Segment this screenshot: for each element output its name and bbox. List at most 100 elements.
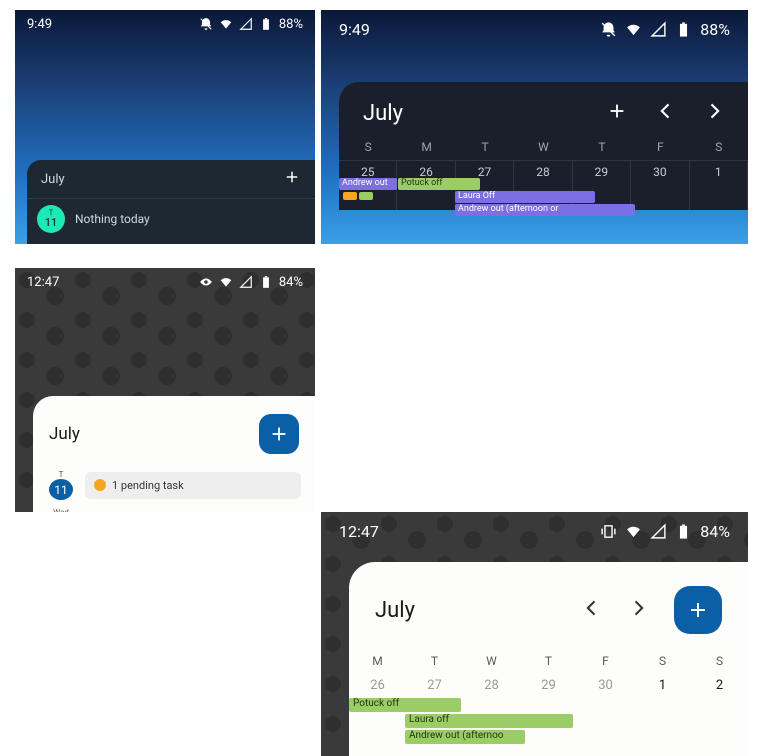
weekday-header: T	[456, 136, 514, 160]
event-bar[interactable]: Andrew out (afternoo	[405, 730, 525, 744]
day-cell[interactable]: 1	[690, 160, 748, 210]
date-row: 26 27 28 29 30 1 2	[349, 674, 748, 696]
day-cell[interactable]: 29	[520, 674, 577, 696]
weekday-header: W	[514, 136, 572, 160]
month-label: July	[49, 424, 80, 444]
weekday-header: W	[463, 648, 520, 674]
prev-button[interactable]	[656, 101, 676, 125]
battery-icon	[675, 21, 692, 38]
plus-icon	[283, 168, 301, 186]
weekday-header: T	[520, 648, 577, 674]
chevron-left-icon	[656, 101, 676, 121]
plus-icon	[606, 100, 628, 122]
wifi-icon	[625, 523, 642, 540]
month-widget-light[interactable]: July M T W T F S S 26 27 28 29 30 1	[349, 562, 748, 756]
today-chip: T 11	[47, 470, 75, 500]
weekday-header-row: S M T W T F S	[339, 136, 748, 160]
day-cell[interactable]: 28	[463, 674, 520, 696]
agenda-widget-light[interactable]: July T 11 1 pending task Wed 12 Jordan S…	[33, 396, 315, 512]
add-event-button[interactable]	[259, 414, 299, 454]
day-cell[interactable]: 30	[577, 674, 634, 696]
status-bar: 9:49 88%	[321, 10, 748, 48]
status-clock: 9:49	[339, 20, 370, 39]
month-label: July	[363, 101, 403, 126]
vibrate-icon	[600, 523, 617, 540]
next-button[interactable]	[704, 101, 724, 125]
day-cell[interactable]: 25	[339, 160, 397, 210]
dnd-icon	[199, 17, 213, 31]
event-bar[interactable]: Potuck off	[349, 698, 461, 712]
weekday-header: T	[573, 136, 631, 160]
prev-button[interactable]	[582, 598, 602, 622]
day-cell[interactable]: 1	[634, 674, 691, 696]
chevron-right-icon	[704, 101, 724, 121]
wifi-icon	[219, 275, 233, 289]
status-bar: 12:47 84%	[15, 268, 315, 296]
next-button[interactable]	[628, 598, 648, 622]
agenda-widget-dark[interactable]: July T 11 Nothing today Wed 12 Jordan S …	[27, 160, 315, 244]
today-row[interactable]: T 11 Nothing today	[27, 199, 315, 237]
plus-icon	[268, 423, 290, 445]
status-bar: 12:47 84%	[321, 512, 748, 550]
day-cell[interactable]: 29	[573, 160, 631, 210]
panel-light-agenda: 12:47 84% July T 11 1 pending task	[15, 268, 315, 512]
tomorrow-row[interactable]: Wed 12 Jordan S out (Day 1/8)	[27, 237, 315, 244]
battery-text: 84%	[279, 275, 303, 290]
weekday-header-row: M T W T F S S	[349, 648, 748, 674]
weekday-header: S	[339, 136, 397, 160]
tomorrow-row[interactable]: Wed 12 Jordan S out (Day 1/8)	[33, 504, 315, 512]
weekday-header: S	[691, 648, 748, 674]
status-bar: 9:49 88%	[15, 10, 315, 38]
day-cell[interactable]: 30	[631, 160, 689, 210]
weekday-header: T	[406, 648, 463, 674]
battery-text: 84%	[700, 522, 730, 541]
weekday-header: S	[690, 136, 748, 160]
weekday-header: M	[397, 136, 455, 160]
battery-text: 88%	[279, 17, 303, 32]
event-bar[interactable]: Laura off	[405, 714, 573, 728]
chevron-left-icon	[582, 598, 602, 618]
month-widget-dark[interactable]: July S M T W T F S 25 26 27 28 29 30	[339, 82, 748, 210]
month-label: July	[41, 172, 65, 187]
add-event-button[interactable]	[606, 100, 628, 126]
panel-dark-month: 9:49 88% July S M T W T F S	[321, 10, 748, 244]
weekday-header: M	[349, 648, 406, 674]
signal-icon	[650, 523, 667, 540]
panel-light-month: 12:47 84% July M T W T F S	[321, 512, 748, 756]
day-cell[interactable]: 2	[691, 674, 748, 696]
event-pill[interactable]: Jordan S out (Day 1/8)	[85, 512, 301, 513]
battery-icon	[259, 17, 273, 31]
wifi-icon	[625, 21, 642, 38]
battery-icon	[259, 275, 273, 289]
status-clock: 12:47	[339, 522, 379, 541]
wifi-icon	[219, 17, 233, 31]
add-event-button[interactable]	[283, 168, 301, 190]
month-label: July	[375, 598, 415, 623]
day-cell[interactable]: 27	[456, 160, 514, 210]
pending-task-pill[interactable]: 1 pending task	[85, 472, 301, 499]
nothing-today-text: Nothing today	[75, 212, 150, 226]
battery-text: 88%	[700, 20, 730, 39]
date-chip: Wed 12	[47, 508, 75, 512]
signal-icon	[650, 21, 667, 38]
dnd-icon	[600, 21, 617, 38]
signal-icon	[239, 17, 253, 31]
date-chip: Wed 12	[37, 243, 65, 244]
battery-icon	[675, 523, 692, 540]
today-row[interactable]: T 11 1 pending task	[33, 466, 315, 504]
status-clock: 9:49	[27, 17, 52, 32]
weekday-header: F	[631, 136, 689, 160]
weekday-header: S	[634, 648, 691, 674]
day-cell[interactable]: 28	[514, 160, 572, 210]
chevron-right-icon	[628, 598, 648, 618]
day-cell[interactable]: 27	[406, 674, 463, 696]
panel-dark-agenda: 9:49 88% July T 11 Nothing today Wed	[15, 10, 315, 244]
day-cell[interactable]: 26	[349, 674, 406, 696]
eye-icon	[199, 275, 213, 289]
pending-task-text: 1 pending task	[112, 479, 184, 492]
weekday-header: F	[577, 648, 634, 674]
today-chip: T 11	[37, 205, 65, 233]
day-cell[interactable]: 26	[397, 160, 455, 210]
task-dot-icon	[94, 479, 106, 491]
add-event-button[interactable]	[674, 586, 722, 634]
